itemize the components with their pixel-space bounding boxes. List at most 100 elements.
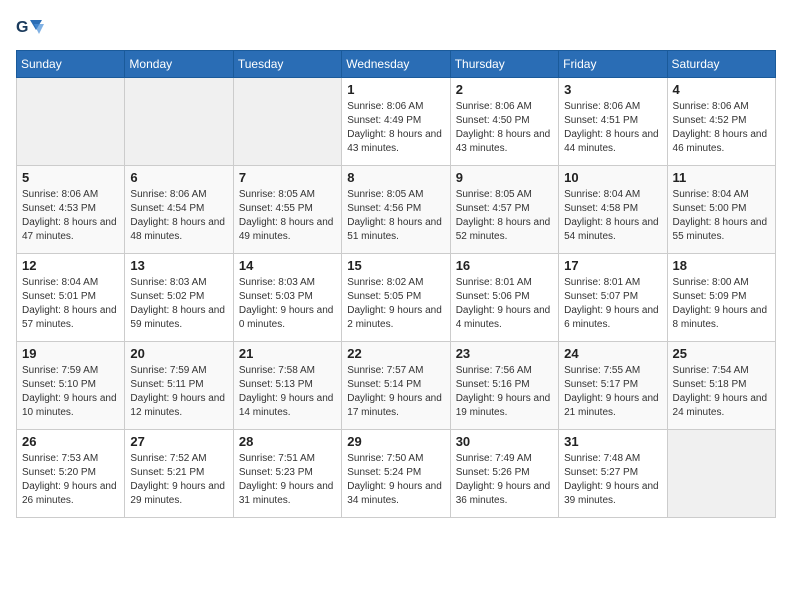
- calendar-cell: 27 Sunrise: 7:52 AM Sunset: 5:21 PM Dayli…: [125, 430, 233, 518]
- day-info: Sunrise: 7:59 AM Sunset: 5:10 PM Dayligh…: [22, 364, 119, 420]
- day-info: Sunrise: 7:51 AM Sunset: 5:23 PM Dayligh…: [239, 452, 336, 508]
- calendar-cell: [667, 430, 775, 518]
- calendar-cell: 8Sunrise: 8:05 AM Sunset: 4:56 PM Daylig…: [342, 166, 450, 254]
- day-number: 24: [564, 346, 661, 361]
- day-number: 2: [456, 82, 553, 97]
- calendar-cell: 26 Sunrise: 7:53 AM Sunset: 5:20 PM Dayli…: [17, 430, 125, 518]
- day-info: Sunrise: 8:06 AM Sunset: 4:51 PM Dayligh…: [564, 100, 661, 156]
- weekday-header-friday: Friday: [559, 51, 667, 78]
- day-info: Sunrise: 7:50 AM Sunset: 5:24 PM Dayligh…: [347, 452, 444, 508]
- day-info: Sunrise: 8:03 AM Sunset: 5:02 PM Dayligh…: [130, 276, 227, 332]
- day-info: Sunrise: 8:05 AM Sunset: 4:56 PM Dayligh…: [347, 188, 444, 244]
- day-number: 10: [564, 170, 661, 185]
- day-number: 27: [130, 434, 227, 449]
- logo-icon: G: [16, 16, 44, 38]
- logo: G: [16, 16, 46, 38]
- calendar-cell: 23 Sunrise: 7:56 AM Sunset: 5:16 PM Dayli…: [450, 342, 558, 430]
- calendar-cell: 3Sunrise: 8:06 AM Sunset: 4:51 PM Daylig…: [559, 78, 667, 166]
- day-number: 16: [456, 258, 553, 273]
- calendar-table: SundayMondayTuesdayWednesdayThursdayFrid…: [16, 50, 776, 518]
- calendar-cell: 9 Sunrise: 8:05 AM Sunset: 4:57 PM Daylig…: [450, 166, 558, 254]
- day-number: 14: [239, 258, 336, 273]
- weekday-header-tuesday: Tuesday: [233, 51, 341, 78]
- day-number: 17: [564, 258, 661, 273]
- day-info: Sunrise: 8:01 AM Sunset: 5:07 PM Dayligh…: [564, 276, 661, 332]
- calendar-cell: 29 Sunrise: 7:50 AM Sunset: 5:24 PM Dayli…: [342, 430, 450, 518]
- day-number: 5: [22, 170, 119, 185]
- calendar-cell: 1Sunrise: 8:06 AM Sunset: 4:49 PM Daylig…: [342, 78, 450, 166]
- page-header: G: [16, 16, 776, 38]
- day-number: 18: [673, 258, 770, 273]
- calendar-cell: 21 Sunrise: 7:58 AM Sunset: 5:13 PM Dayli…: [233, 342, 341, 430]
- day-info: Sunrise: 7:55 AM Sunset: 5:17 PM Dayligh…: [564, 364, 661, 420]
- day-info: Sunrise: 8:04 AM Sunset: 5:00 PM Dayligh…: [673, 188, 770, 244]
- calendar-cell: [233, 78, 341, 166]
- day-info: Sunrise: 8:05 AM Sunset: 4:55 PM Dayligh…: [239, 188, 336, 244]
- calendar-cell: 2 Sunrise: 8:06 AM Sunset: 4:50 PM Daylig…: [450, 78, 558, 166]
- day-info: Sunrise: 8:00 AM Sunset: 5:09 PM Dayligh…: [673, 276, 770, 332]
- day-info: Sunrise: 8:06 AM Sunset: 4:52 PM Dayligh…: [673, 100, 770, 156]
- day-number: 6: [130, 170, 227, 185]
- day-info: Sunrise: 8:06 AM Sunset: 4:54 PM Dayligh…: [130, 188, 227, 244]
- calendar-cell: 4Sunrise: 8:06 AM Sunset: 4:52 PM Daylig…: [667, 78, 775, 166]
- calendar-cell: 15 Sunrise: 8:02 AM Sunset: 5:05 PM Dayli…: [342, 254, 450, 342]
- day-number: 7: [239, 170, 336, 185]
- day-info: Sunrise: 7:48 AM Sunset: 5:27 PM Dayligh…: [564, 452, 661, 508]
- calendar-cell: 11Sunrise: 8:04 AM Sunset: 5:00 PM Dayli…: [667, 166, 775, 254]
- day-number: 21: [239, 346, 336, 361]
- day-number: 31: [564, 434, 661, 449]
- day-number: 26: [22, 434, 119, 449]
- calendar-week-row: 5 Sunrise: 8:06 AM Sunset: 4:53 PM Daylig…: [17, 166, 776, 254]
- day-number: 20: [130, 346, 227, 361]
- weekday-header-wednesday: Wednesday: [342, 51, 450, 78]
- calendar-week-row: 26 Sunrise: 7:53 AM Sunset: 5:20 PM Dayli…: [17, 430, 776, 518]
- calendar-cell: [125, 78, 233, 166]
- day-number: 22: [347, 346, 444, 361]
- weekday-header-monday: Monday: [125, 51, 233, 78]
- day-info: Sunrise: 8:05 AM Sunset: 4:57 PM Dayligh…: [456, 188, 553, 244]
- day-info: Sunrise: 7:57 AM Sunset: 5:14 PM Dayligh…: [347, 364, 444, 420]
- calendar-week-row: 12 Sunrise: 8:04 AM Sunset: 5:01 PM Dayli…: [17, 254, 776, 342]
- day-info: Sunrise: 7:56 AM Sunset: 5:16 PM Dayligh…: [456, 364, 553, 420]
- day-info: Sunrise: 8:01 AM Sunset: 5:06 PM Dayligh…: [456, 276, 553, 332]
- day-number: 15: [347, 258, 444, 273]
- day-number: 25: [673, 346, 770, 361]
- day-number: 19: [22, 346, 119, 361]
- day-info: Sunrise: 7:58 AM Sunset: 5:13 PM Dayligh…: [239, 364, 336, 420]
- calendar-cell: 16 Sunrise: 8:01 AM Sunset: 5:06 PM Dayli…: [450, 254, 558, 342]
- calendar-cell: 6 Sunrise: 8:06 AM Sunset: 4:54 PM Daylig…: [125, 166, 233, 254]
- calendar-cell: [17, 78, 125, 166]
- day-info: Sunrise: 8:06 AM Sunset: 4:50 PM Dayligh…: [456, 100, 553, 156]
- calendar-cell: 13 Sunrise: 8:03 AM Sunset: 5:02 PM Dayli…: [125, 254, 233, 342]
- day-info: Sunrise: 8:04 AM Sunset: 5:01 PM Dayligh…: [22, 276, 119, 332]
- day-number: 1: [347, 82, 444, 97]
- day-number: 13: [130, 258, 227, 273]
- day-number: 9: [456, 170, 553, 185]
- day-info: Sunrise: 8:03 AM Sunset: 5:03 PM Dayligh…: [239, 276, 336, 332]
- day-info: Sunrise: 7:53 AM Sunset: 5:20 PM Dayligh…: [22, 452, 119, 508]
- calendar-cell: 17 Sunrise: 8:01 AM Sunset: 5:07 PM Dayli…: [559, 254, 667, 342]
- calendar-cell: 25 Sunrise: 7:54 AM Sunset: 5:18 PM Dayli…: [667, 342, 775, 430]
- weekday-header-sunday: Sunday: [17, 51, 125, 78]
- day-info: Sunrise: 7:49 AM Sunset: 5:26 PM Dayligh…: [456, 452, 553, 508]
- calendar-header-row: SundayMondayTuesdayWednesdayThursdayFrid…: [17, 51, 776, 78]
- day-number: 12: [22, 258, 119, 273]
- calendar-cell: 7 Sunrise: 8:05 AM Sunset: 4:55 PM Daylig…: [233, 166, 341, 254]
- calendar-cell: 24 Sunrise: 7:55 AM Sunset: 5:17 PM Dayli…: [559, 342, 667, 430]
- calendar-cell: 28Sunrise: 7:51 AM Sunset: 5:23 PM Dayli…: [233, 430, 341, 518]
- calendar-cell: 22 Sunrise: 7:57 AM Sunset: 5:14 PM Dayli…: [342, 342, 450, 430]
- day-number: 23: [456, 346, 553, 361]
- weekday-header-saturday: Saturday: [667, 51, 775, 78]
- day-number: 29: [347, 434, 444, 449]
- calendar-week-row: 1Sunrise: 8:06 AM Sunset: 4:49 PM Daylig…: [17, 78, 776, 166]
- calendar-cell: 14 Sunrise: 8:03 AM Sunset: 5:03 PM Dayli…: [233, 254, 341, 342]
- day-info: Sunrise: 7:59 AM Sunset: 5:11 PM Dayligh…: [130, 364, 227, 420]
- weekday-header-thursday: Thursday: [450, 51, 558, 78]
- calendar-cell: 20 Sunrise: 7:59 AM Sunset: 5:11 PM Dayli…: [125, 342, 233, 430]
- day-info: Sunrise: 8:06 AM Sunset: 4:53 PM Dayligh…: [22, 188, 119, 244]
- day-info: Sunrise: 8:02 AM Sunset: 5:05 PM Dayligh…: [347, 276, 444, 332]
- calendar-cell: 19 Sunrise: 7:59 AM Sunset: 5:10 PM Dayli…: [17, 342, 125, 430]
- calendar-cell: 18 Sunrise: 8:00 AM Sunset: 5:09 PM Dayli…: [667, 254, 775, 342]
- day-info: Sunrise: 7:54 AM Sunset: 5:18 PM Dayligh…: [673, 364, 770, 420]
- day-info: Sunrise: 7:52 AM Sunset: 5:21 PM Dayligh…: [130, 452, 227, 508]
